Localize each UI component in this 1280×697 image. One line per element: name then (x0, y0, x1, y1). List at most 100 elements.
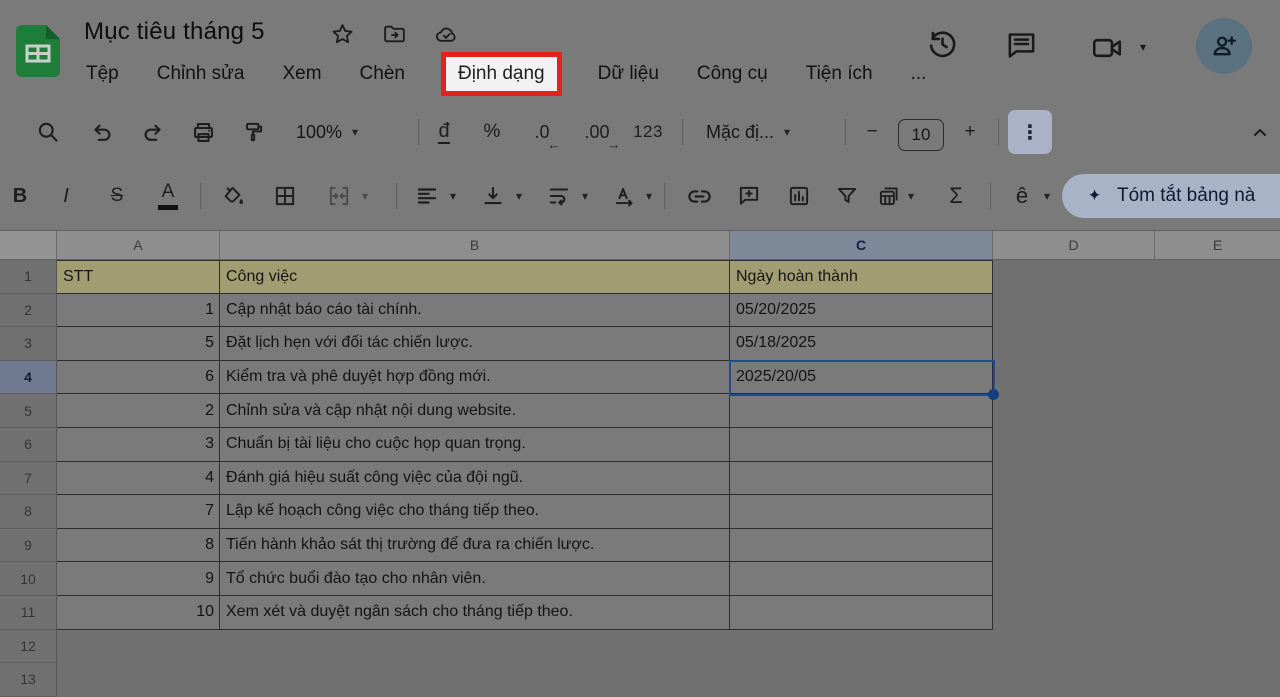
fill-color-icon[interactable] (212, 172, 254, 220)
cell-B6[interactable]: Chuẩn bị tài liệu cho cuộc họp quan trọn… (220, 428, 730, 462)
cell-A10[interactable]: 9 (57, 562, 220, 596)
cell-B10[interactable]: Tổ chức buổi đào tạo cho nhân viên. (220, 562, 730, 596)
row-header-6[interactable]: 6 (0, 428, 57, 462)
insert-table-icon[interactable] (868, 172, 910, 220)
cloud-saved-icon[interactable] (434, 22, 459, 47)
share-add-people-button[interactable] (1196, 18, 1252, 74)
cell-C2[interactable]: 05/20/2025 (730, 294, 993, 328)
cell-A1[interactable]: STT (57, 260, 220, 294)
column-header-C-selected[interactable]: C (730, 231, 993, 259)
menu-tien-ich[interactable]: Tiện ích (804, 61, 875, 87)
row-header-10[interactable]: 10 (0, 562, 57, 596)
vertical-align-caret-icon[interactable]: ▾ (516, 172, 522, 220)
font-size-field[interactable]: 10 (898, 110, 944, 154)
cell-B11[interactable]: Xem xét và duyệt ngân sách cho tháng tiế… (220, 596, 730, 630)
cell-A5[interactable]: 2 (57, 394, 220, 428)
search-icon[interactable] (34, 110, 62, 154)
cell-B1[interactable]: Công việc (220, 260, 730, 294)
undo-icon[interactable] (88, 110, 115, 154)
text-color-button[interactable]: A (148, 172, 188, 220)
ai-summarize-button[interactable]: Tóm tắt bảng nà (1062, 174, 1280, 218)
menu-du-lieu[interactable]: Dữ liệu (596, 61, 661, 87)
sheets-logo-icon[interactable] (16, 25, 60, 77)
percent-format-button[interactable]: % (476, 110, 508, 154)
text-rotation-caret-icon[interactable]: ▾ (646, 172, 652, 220)
row-header-3[interactable]: 3 (0, 327, 57, 361)
row-header-1[interactable]: 1 (0, 260, 57, 294)
menu-cong-cu[interactable]: Công cụ (695, 61, 770, 87)
column-header-A[interactable]: A (57, 231, 220, 259)
cell-C1[interactable]: Ngày hoàn thành (730, 260, 993, 294)
cell-C6[interactable] (730, 428, 993, 462)
menu-chen[interactable]: Chèn (358, 61, 407, 87)
input-tools-button[interactable]: ê (1004, 172, 1040, 220)
fill-handle[interactable] (988, 389, 999, 400)
row-header-11[interactable]: 11 (0, 596, 57, 630)
insert-chart-icon[interactable] (778, 172, 820, 220)
strikethrough-button[interactable]: S (98, 172, 136, 220)
column-header-B[interactable]: B (220, 231, 730, 259)
borders-icon[interactable] (264, 172, 306, 220)
column-header-D[interactable]: D (993, 231, 1155, 259)
increase-decimal-button[interactable]: .00→ (576, 110, 618, 154)
number-format-button[interactable]: 123 (628, 110, 668, 154)
row-header-12[interactable]: 12 (0, 630, 57, 664)
print-icon[interactable] (190, 110, 217, 154)
text-wrap-caret-icon[interactable]: ▾ (582, 172, 588, 220)
text-wrap-icon[interactable] (540, 172, 578, 220)
row-header-8[interactable]: 8 (0, 495, 57, 529)
cell-A8[interactable]: 7 (57, 495, 220, 529)
cell-B9[interactable]: Tiến hành khảo sát thị trường để đưa ra … (220, 529, 730, 563)
insert-comment-icon[interactable] (728, 172, 770, 220)
video-call-icon[interactable] (1090, 31, 1124, 65)
toolbar-more-button[interactable]: ⋮ (1008, 110, 1052, 154)
insert-link-icon[interactable] (678, 172, 720, 220)
cell-C5[interactable] (730, 394, 993, 428)
cell-C3[interactable]: 05/18/2025 (730, 327, 993, 361)
cell-A2[interactable]: 1 (57, 294, 220, 328)
input-tools-caret-icon[interactable]: ▾ (1044, 172, 1050, 220)
comments-icon[interactable] (1004, 28, 1039, 63)
row-header-2[interactable]: 2 (0, 294, 57, 328)
italic-button[interactable]: I (48, 172, 84, 220)
decrease-font-size-button[interactable]: − (856, 110, 888, 154)
merge-cells-icon[interactable] (318, 172, 360, 220)
cell-C9[interactable] (730, 529, 993, 563)
cell-B4[interactable]: Kiểm tra và phê duyệt hợp đồng mới. (220, 361, 730, 395)
redo-icon[interactable] (140, 110, 167, 154)
cell-A4[interactable]: 6 (57, 361, 220, 395)
cell-C11[interactable] (730, 596, 993, 630)
text-rotation-icon[interactable] (606, 172, 644, 220)
create-filter-icon[interactable] (826, 172, 868, 220)
version-history-icon[interactable] (924, 26, 961, 63)
document-title[interactable]: Mục tiêu tháng 5 (84, 18, 265, 46)
increase-font-size-button[interactable]: + (954, 110, 986, 154)
menu-dinh-dang-highlighted[interactable]: Định dạng (441, 52, 562, 96)
cell-A9[interactable]: 8 (57, 529, 220, 563)
cell-B3[interactable]: Đặt lịch hẹn với đối tác chiến lược. (220, 327, 730, 361)
cell-B2[interactable]: Cập nhật báo cáo tài chính. (220, 294, 730, 328)
active-cell-selection-C4[interactable] (729, 360, 995, 396)
cell-A11[interactable]: 10 (57, 596, 220, 630)
row-header-7[interactable]: 7 (0, 462, 57, 496)
horizontal-align-icon[interactable] (408, 172, 446, 220)
insert-table-caret-icon[interactable]: ▾ (908, 172, 914, 220)
cell-B7[interactable]: Đánh giá hiệu suất công việc của đội ngũ… (220, 462, 730, 496)
bold-button[interactable]: B (2, 172, 38, 220)
cell-A6[interactable]: 3 (57, 428, 220, 462)
merge-cells-caret-icon[interactable]: ▾ (362, 172, 368, 220)
paint-format-icon[interactable] (240, 110, 266, 154)
row-header-4-selected[interactable]: 4 (0, 361, 57, 395)
move-folder-icon[interactable] (382, 22, 407, 47)
row-header-13[interactable]: 13 (0, 663, 57, 697)
hide-menus-chevron-icon[interactable] (1248, 110, 1272, 154)
zoom-select[interactable]: 100% ▾ (296, 110, 358, 154)
menu-chinh-sua[interactable]: Chỉnh sửa (155, 61, 247, 87)
decrease-decimal-button[interactable]: .0← (524, 110, 560, 154)
functions-button[interactable]: Σ (936, 172, 976, 220)
horizontal-align-caret-icon[interactable]: ▾ (450, 172, 456, 220)
currency-format-button[interactable]: đ (428, 110, 460, 154)
cell-C10[interactable] (730, 562, 993, 596)
cell-C8[interactable] (730, 495, 993, 529)
vertical-align-icon[interactable] (474, 172, 512, 220)
